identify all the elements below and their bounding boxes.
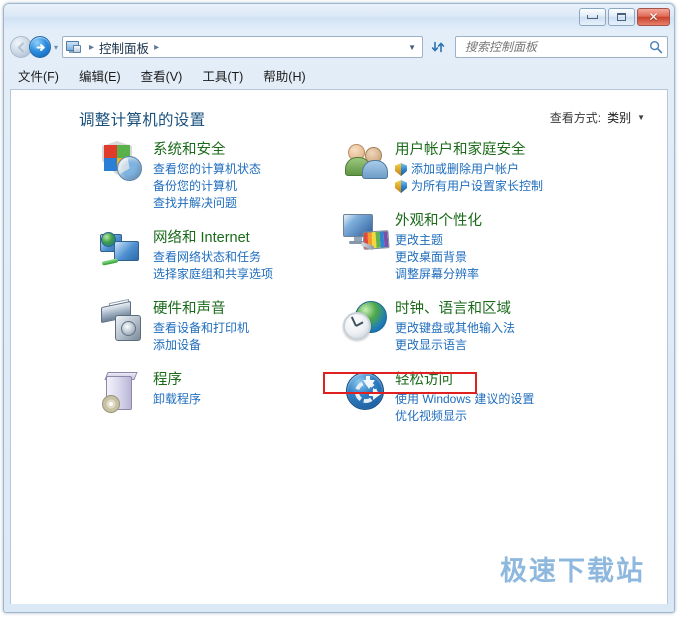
maximize-icon: [617, 13, 626, 21]
category-link[interactable]: 优化视频显示: [395, 408, 534, 425]
programs-icon[interactable]: [99, 370, 153, 420]
category-title[interactable]: 时钟、语言和区域: [395, 300, 515, 319]
view-by-control[interactable]: 查看方式: 类别 ▼: [550, 109, 645, 126]
search-input[interactable]: [463, 39, 649, 55]
category-link[interactable]: 卸载程序: [153, 391, 201, 408]
title-bar: ✕: [4, 4, 674, 30]
category-link[interactable]: 更改主题: [395, 232, 482, 249]
close-button[interactable]: ✕: [637, 8, 670, 26]
page-title: 调整计算机的设置: [79, 112, 206, 129]
category-link[interactable]: 备份您的计算机: [153, 178, 261, 195]
category-link-change-keyboards[interactable]: 更改键盘或其他输入法: [395, 320, 515, 337]
category-column-right: 用户帐户和家庭安全 添加或删除用户帐户 为所有用户设置家长控制 外观和个性化 更…: [341, 140, 631, 441]
menu-item-tools[interactable]: 工具(T): [202, 66, 243, 85]
forward-button[interactable]: [29, 36, 51, 58]
category-link[interactable]: 查找并解决问题: [153, 195, 261, 212]
clock-language-icon[interactable]: [341, 299, 395, 349]
user-accounts-icon[interactable]: [341, 140, 395, 190]
category-title[interactable]: 网络和 Internet: [153, 229, 273, 248]
category-link[interactable]: 调整屏幕分辨率: [395, 266, 482, 283]
forward-arrow-icon: [36, 43, 45, 51]
pane-header: 调整计算机的设置 查看方式: 类别 ▼: [11, 90, 667, 132]
search-icon[interactable]: [649, 40, 663, 54]
menu-item-view[interactable]: 查看(V): [141, 66, 183, 85]
maximize-button[interactable]: [608, 8, 635, 26]
appearance-icon[interactable]: [341, 211, 395, 261]
category-link[interactable]: 为所有用户设置家长控制: [395, 178, 543, 195]
window-controls: ✕: [579, 8, 670, 26]
uac-shield-icon: [395, 163, 407, 176]
category-title[interactable]: 程序: [153, 371, 201, 390]
search-box[interactable]: [455, 36, 668, 58]
category-user-accounts-and-family-safety: 用户帐户和家庭安全 添加或删除用户帐户 为所有用户设置家长控制: [341, 140, 631, 195]
category-link-label: 添加或删除用户帐户: [411, 162, 520, 176]
address-dropdown-icon[interactable]: ▼: [408, 43, 416, 52]
category-clock-language-and-region: 时钟、语言和区域 更改键盘或其他输入法 更改显示语言: [341, 299, 631, 354]
close-icon: ✕: [648, 10, 659, 24]
control-panel-window: ✕ ▾ ▸ 控制面板 ▸ ▼ 搜索控制面板 文件(F) 编辑(E) 查看(V) …: [3, 3, 675, 613]
refresh-icon: [431, 41, 445, 53]
menu-item-help[interactable]: 帮助(H): [263, 66, 305, 85]
back-arrow-icon: [17, 41, 24, 53]
category-link[interactable]: 选择家庭组和共享选项: [153, 266, 273, 283]
category-title[interactable]: 用户帐户和家庭安全: [395, 141, 543, 160]
category-grid: 系统和安全 查看您的计算机状态 备份您的计算机 查找并解决问题 网络和 Inte…: [11, 132, 667, 423]
breadcrumb-separator-1: ▸: [89, 41, 95, 53]
minimize-button[interactable]: [579, 8, 606, 26]
category-title[interactable]: 外观和个性化: [395, 212, 482, 231]
category-link[interactable]: 添加或删除用户帐户: [395, 161, 543, 178]
view-by-label: 查看方式:: [549, 111, 602, 125]
breadcrumb-separator-2[interactable]: ▸: [154, 42, 159, 53]
breadcrumb-control-panel[interactable]: 控制面板: [99, 38, 149, 57]
view-by-value[interactable]: 类别: [607, 109, 631, 126]
category-link[interactable]: 查看设备和打印机: [153, 320, 249, 337]
menu-bar: 文件(F) 编辑(E) 查看(V) 工具(T) 帮助(H): [4, 64, 674, 86]
category-link[interactable]: 更改显示语言: [395, 337, 515, 354]
category-title[interactable]: 轻松访问: [395, 371, 534, 390]
history-dropdown-button[interactable]: ▾: [54, 43, 58, 52]
watermark: 极速下载站: [500, 556, 645, 587]
content-pane: 调整计算机的设置 查看方式: 类别 ▼ 系统和安全 查看您的计算机状态 备份您的…: [10, 89, 668, 604]
hardware-sound-icon[interactable]: [99, 298, 153, 349]
category-link[interactable]: 使用 Windows 建议的设置: [395, 391, 534, 408]
category-title[interactable]: 硬件和声音: [153, 300, 249, 319]
category-link[interactable]: 更改桌面背景: [395, 249, 482, 266]
ease-of-access-icon[interactable]: [341, 370, 395, 420]
chevron-down-icon[interactable]: ▼: [637, 113, 645, 122]
security-shield-icon[interactable]: [99, 140, 153, 190]
menu-item-edit[interactable]: 编辑(E): [79, 66, 121, 85]
uac-shield-icon: [395, 180, 407, 193]
category-link[interactable]: 查看网络状态和任务: [153, 249, 273, 266]
category-link[interactable]: 添加设备: [153, 337, 249, 354]
category-link[interactable]: 查看您的计算机状态: [153, 161, 261, 178]
category-ease-of-access: 轻松访问 使用 Windows 建议的设置 优化视频显示: [341, 370, 631, 425]
address-bar[interactable]: ▸ 控制面板 ▸ ▼: [62, 36, 423, 58]
category-title[interactable]: 系统和安全: [153, 141, 261, 160]
category-appearance-and-personalization: 外观和个性化 更改主题 更改桌面背景 调整屏幕分辨率: [341, 211, 631, 283]
minimize-icon: [587, 15, 598, 19]
network-icon[interactable]: [99, 228, 153, 278]
navigation-bar: ▾ ▸ 控制面板 ▸ ▼: [4, 30, 674, 64]
category-link-label: 为所有用户设置家长控制: [411, 179, 544, 193]
refresh-button[interactable]: [425, 35, 451, 59]
menu-item-file[interactable]: 文件(F): [18, 66, 59, 85]
control-panel-icon: [66, 40, 82, 55]
